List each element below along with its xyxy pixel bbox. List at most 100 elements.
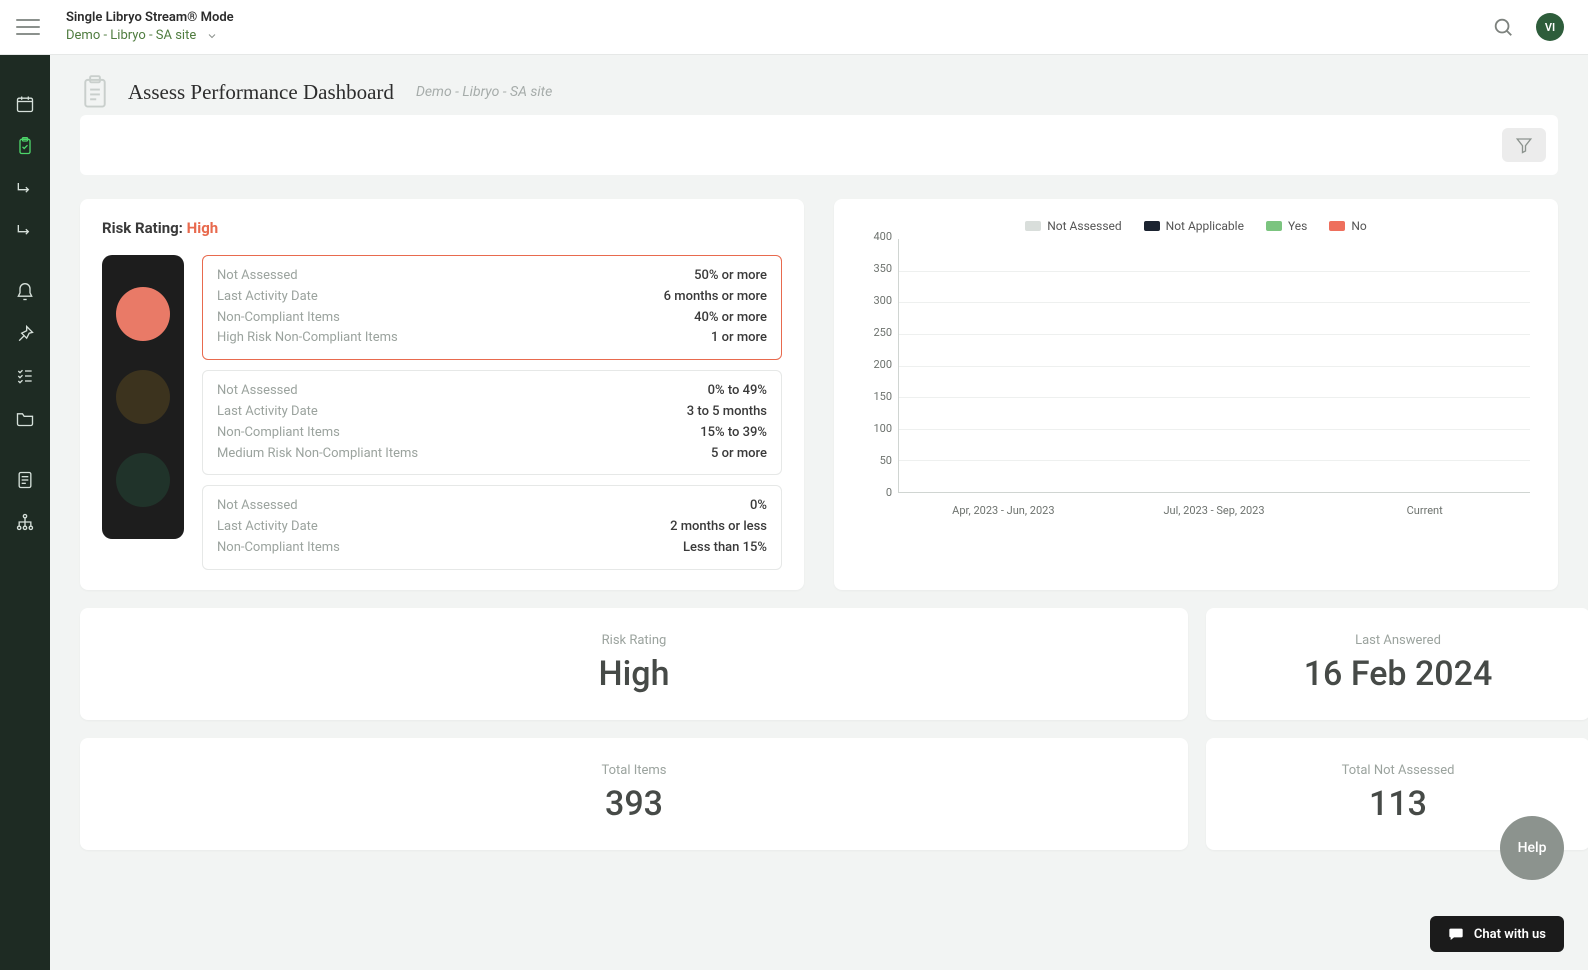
- sidebar-item-reports[interactable]: [0, 459, 50, 501]
- threshold-key: Last Activity Date: [217, 402, 318, 423]
- metric-value: 16 Feb 2024: [1304, 654, 1493, 694]
- chevron-down-icon: [206, 30, 218, 42]
- y-tick-label: 50: [880, 454, 892, 467]
- traffic-light-amber: [116, 370, 170, 424]
- metric-label: Total Items: [601, 763, 666, 778]
- top-grid: Risk Rating: High Not Assessed 50% or mor…: [50, 175, 1588, 590]
- metric-total-items: Total Items 393: [80, 738, 1188, 850]
- risk-threshold-row: Not Assessed0% to 49%: [217, 381, 767, 402]
- threshold-key: Non-Compliant Items: [217, 308, 340, 329]
- sidebar-item-sub2[interactable]: [0, 209, 50, 251]
- site-selector[interactable]: Demo - Libryo - SA site: [66, 28, 234, 44]
- page-subtitle: Demo - Libryo - SA site: [416, 84, 552, 100]
- gridline: [899, 271, 1530, 272]
- legend-item[interactable]: Not Assessed: [1025, 219, 1121, 233]
- risk-threshold-row: Medium Risk Non-Compliant Items5 or more: [217, 444, 767, 465]
- risk-threshold-row: Non-Compliant Items 15% to 39%: [217, 423, 767, 444]
- sidebar-item-files[interactable]: [0, 397, 50, 439]
- enter-right-icon: [15, 220, 35, 240]
- risk-rating-label: Risk Rating:: [102, 219, 187, 237]
- x-tick-label: Current: [1319, 504, 1530, 517]
- risk-rating-card: Risk Rating: High Not Assessed 50% or mor…: [80, 199, 804, 590]
- topbar: Single Libryo Stream® Mode Demo - Libryo…: [0, 0, 1588, 55]
- metric-label: Last Answered: [1355, 633, 1441, 648]
- page-title: Assess Performance Dashboard: [128, 80, 394, 105]
- filter-card: [80, 115, 1558, 175]
- legend-item[interactable]: Yes: [1266, 219, 1307, 233]
- chat-label: Chat with us: [1474, 927, 1546, 942]
- legend-item[interactable]: No: [1329, 219, 1366, 233]
- threshold-value: 0%: [750, 496, 767, 517]
- threshold-value: 15% to 39%: [700, 423, 767, 444]
- risk-rating-value: High: [187, 219, 219, 237]
- sidebar-item-calendar[interactable]: [0, 83, 50, 125]
- chart-x-labels: Apr, 2023 - Jun, 2023Jul, 2023 - Sep, 20…: [898, 504, 1530, 517]
- legend-item[interactable]: Not Applicable: [1144, 219, 1244, 233]
- gridline: [899, 366, 1530, 367]
- threshold-value: 2 months or less: [670, 517, 767, 538]
- x-tick-label: Apr, 2023 - Jun, 2023: [898, 504, 1109, 517]
- sidebar-item-pinned[interactable]: [0, 313, 50, 355]
- sidebar-item-notifications[interactable]: [0, 271, 50, 313]
- risk-threshold-row: Non-Compliant ItemsLess than 15%: [217, 538, 767, 559]
- filter-button[interactable]: [1502, 128, 1546, 162]
- threshold-key: Non-Compliant Items: [217, 423, 340, 444]
- filter-row: [50, 115, 1588, 175]
- threshold-value: 5 or more: [711, 444, 767, 465]
- enter-right-icon: [15, 178, 35, 198]
- menu-toggle-button[interactable]: [16, 15, 40, 39]
- metrics-row-1: Risk Rating High Last Answered 16 Feb 20…: [50, 590, 1588, 720]
- calendar-icon: [15, 94, 35, 114]
- sidebar-item-sub1[interactable]: [0, 167, 50, 209]
- threshold-value: 50% or more: [694, 266, 767, 287]
- metric-value: 393: [605, 784, 663, 824]
- chart-legend: Not Assessed Not Applicable Yes No: [856, 219, 1536, 233]
- risk-threshold-row: Last Activity Date2 months or less: [217, 517, 767, 538]
- threshold-value: 1 or more: [711, 328, 767, 349]
- y-tick-label: 300: [873, 294, 892, 307]
- chart-area: 050100150200250300350400 Apr, 2023 - Jun…: [856, 237, 1536, 517]
- chat-icon: [1448, 926, 1464, 942]
- legend-label: Not Applicable: [1166, 219, 1244, 233]
- sidebar-item-assess[interactable]: [0, 125, 50, 167]
- x-tick-label: Jul, 2023 - Sep, 2023: [1109, 504, 1320, 517]
- sidebar-item-org[interactable]: [0, 501, 50, 543]
- metric-risk-rating: Risk Rating High: [80, 608, 1188, 720]
- threshold-key: High Risk Non-Compliant Items: [217, 328, 398, 349]
- y-tick-label: 150: [873, 390, 892, 403]
- metrics-row-2: Total Items 393 Total Not Assessed 113: [50, 720, 1588, 850]
- search-icon[interactable]: [1492, 16, 1514, 38]
- sidebar: [0, 55, 50, 970]
- traffic-light-red: [116, 287, 170, 341]
- avatar[interactable]: VI: [1536, 13, 1564, 41]
- risk-threshold-row: Last Activity Date3 to 5 months: [217, 402, 767, 423]
- threshold-key: Not Assessed: [217, 496, 298, 517]
- site-name: Demo - Libryo - SA site: [66, 28, 196, 44]
- document-lines-icon: [15, 470, 35, 490]
- risk-threshold-row: High Risk Non-Compliant Items 1 or more: [217, 328, 767, 349]
- legend-label: Not Assessed: [1047, 219, 1121, 233]
- legend-swatch: [1266, 221, 1282, 231]
- clipboard-icon: [80, 75, 110, 109]
- gridline: [899, 429, 1530, 430]
- legend-label: Yes: [1288, 219, 1307, 233]
- metric-label: Total Not Assessed: [1342, 763, 1455, 778]
- legend-swatch: [1025, 221, 1041, 231]
- threshold-key: Last Activity Date: [217, 287, 318, 308]
- legend-swatch: [1144, 221, 1160, 231]
- folder-icon: [15, 408, 35, 428]
- legend-label: No: [1351, 219, 1366, 233]
- chart-y-ticks: 050100150200250300350400: [856, 237, 898, 493]
- y-tick-label: 350: [873, 262, 892, 275]
- help-button[interactable]: Help: [1500, 816, 1564, 880]
- y-tick-label: 200: [873, 358, 892, 371]
- chat-button[interactable]: Chat with us: [1430, 916, 1564, 952]
- bell-icon: [15, 282, 35, 302]
- metric-value: High: [599, 654, 670, 694]
- gridline: [899, 397, 1530, 398]
- sidebar-item-tasks[interactable]: [0, 355, 50, 397]
- y-tick-label: 0: [886, 486, 892, 499]
- chart-plot[interactable]: [898, 239, 1530, 493]
- threshold-key: Non-Compliant Items: [217, 538, 340, 559]
- risk-rating-header: Risk Rating: High: [102, 219, 782, 237]
